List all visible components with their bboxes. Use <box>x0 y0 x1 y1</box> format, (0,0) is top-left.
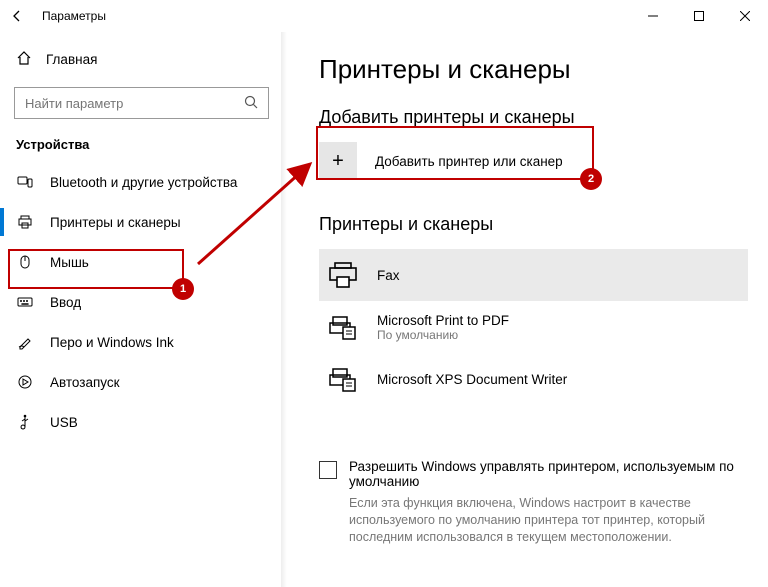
checkbox-label: Разрешить Windows управлять принтером, и… <box>349 459 748 489</box>
sidebar-item-label: Перо и Windows Ink <box>50 335 174 350</box>
window-title: Параметры <box>42 9 106 23</box>
add-printer-label: Добавить принтер или сканер <box>375 154 563 169</box>
mouse-icon <box>16 254 34 270</box>
page-title: Принтеры и сканеры <box>319 54 748 85</box>
sidebar-item-label: Автозапуск <box>50 375 120 390</box>
sidebar-item-label: USB <box>50 415 78 430</box>
sidebar-item-usb[interactable]: USB <box>0 402 283 442</box>
usb-icon <box>16 414 34 430</box>
maximize-button[interactable] <box>676 0 722 32</box>
home-link[interactable]: Главная <box>0 42 283 77</box>
sidebar-item-label: Ввод <box>50 295 81 310</box>
close-button[interactable] <box>722 0 768 32</box>
pen-icon <box>16 334 34 350</box>
sidebar-item-autoplay[interactable]: Автозапуск <box>0 362 283 402</box>
sidebar: Главная Устройства Bluetooth и другие ус… <box>0 32 283 587</box>
search-input[interactable] <box>14 87 269 119</box>
printer-name: Microsoft XPS Document Writer <box>377 372 567 387</box>
search-icon <box>244 95 258 112</box>
printer-doc-icon <box>325 361 361 397</box>
list-section-header: Принтеры и сканеры <box>319 214 748 235</box>
search-field[interactable] <box>25 96 244 111</box>
fax-icon <box>325 257 361 293</box>
keyboard-icon <box>16 294 34 310</box>
sidebar-item-label: Мышь <box>50 255 89 270</box>
home-label: Главная <box>46 52 97 67</box>
printer-name: Fax <box>377 268 400 283</box>
printer-doc-icon <box>325 309 361 345</box>
main-panel: Принтеры и сканеры Добавить принтеры и с… <box>283 32 768 587</box>
printer-item-xps[interactable]: Microsoft XPS Document Writer <box>319 353 748 405</box>
add-printer-button[interactable]: + Добавить принтер или сканер <box>319 142 748 180</box>
add-section-header: Добавить принтеры и сканеры <box>319 107 748 128</box>
section-header: Устройства <box>0 137 283 162</box>
sidebar-item-label: Принтеры и сканеры <box>50 215 181 230</box>
sidebar-item-typing[interactable]: Ввод <box>0 282 283 322</box>
autoplay-icon <box>16 374 34 390</box>
sidebar-item-printers[interactable]: Принтеры и сканеры <box>0 202 283 242</box>
home-icon <box>16 50 32 69</box>
devices-icon <box>16 174 34 190</box>
printer-item-fax[interactable]: Fax <box>319 249 748 301</box>
printer-name: Microsoft Print to PDF <box>377 313 509 328</box>
sidebar-item-bluetooth[interactable]: Bluetooth и другие устройства <box>0 162 283 202</box>
printer-icon <box>16 214 34 230</box>
default-printer-checkbox[interactable]: Разрешить Windows управлять принтером, и… <box>319 459 748 489</box>
minimize-button[interactable] <box>630 0 676 32</box>
printer-subtext: По умолчанию <box>377 328 509 342</box>
checkbox-icon <box>319 461 337 479</box>
printer-item-pdf[interactable]: Microsoft Print to PDF По умолчанию <box>319 301 748 353</box>
sidebar-item-label: Bluetooth и другие устройства <box>50 175 237 190</box>
checkbox-description: Если эта функция включена, Windows настр… <box>349 495 709 546</box>
titlebar: Параметры <box>0 0 768 32</box>
back-button[interactable] <box>8 9 26 23</box>
plus-icon: + <box>319 142 357 180</box>
sidebar-item-pen[interactable]: Перо и Windows Ink <box>0 322 283 362</box>
sidebar-item-mouse[interactable]: Мышь <box>0 242 283 282</box>
